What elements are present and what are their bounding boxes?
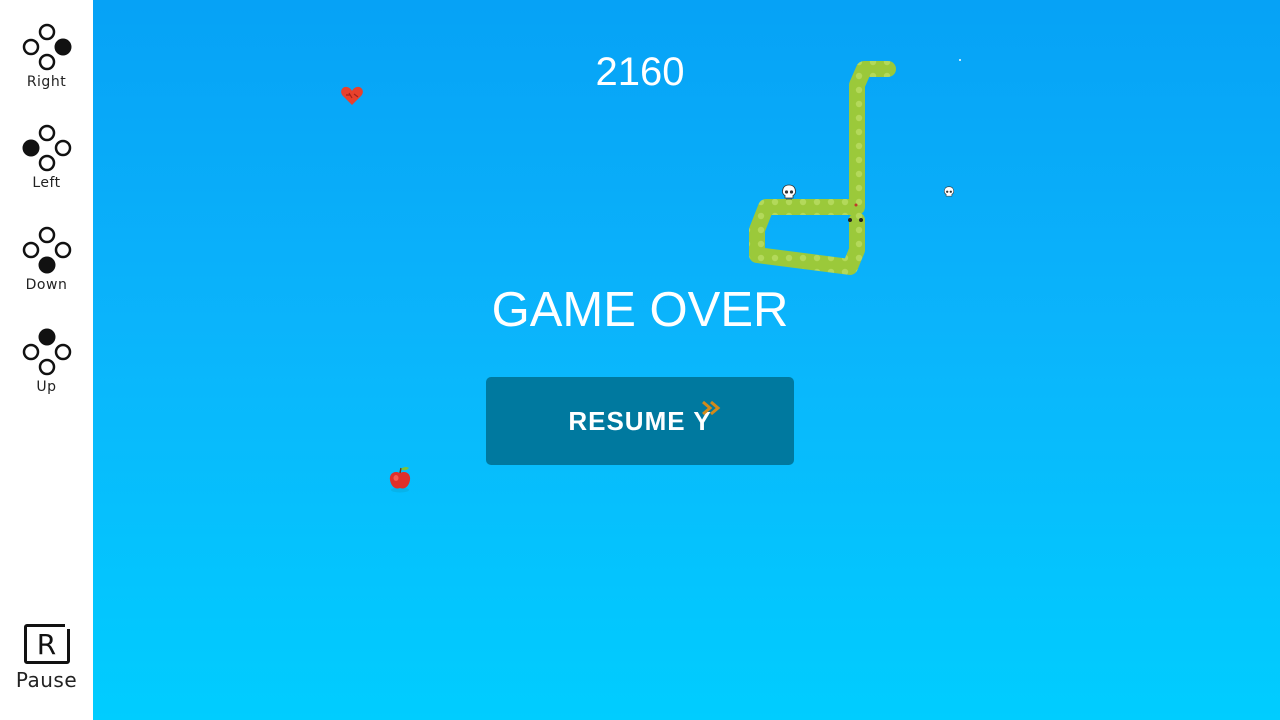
score: 2160 <box>595 50 685 94</box>
control-left[interactable]: Left <box>0 123 93 191</box>
double-chevron-icon <box>702 400 721 416</box>
r-key-icon: R <box>23 621 73 664</box>
game-screen: Right Left Down Up R Pause 2160 GAME OVE… <box>0 0 1280 720</box>
control-right[interactable]: Right <box>0 22 93 90</box>
snake-eye-icon <box>859 218 863 222</box>
pause-label: Pause <box>15 668 78 692</box>
sparkle-icon <box>959 59 961 61</box>
control-up[interactable]: Up <box>0 327 93 395</box>
snake-eye-icon <box>848 218 852 222</box>
play-field <box>93 0 1280 720</box>
dpad-down-icon <box>22 226 71 274</box>
apple-icon <box>389 467 411 493</box>
heart-icon <box>341 86 363 105</box>
resume-button-label: RESUME Y <box>568 406 712 436</box>
pause-control[interactable]: R Pause <box>0 621 93 692</box>
skull-icon <box>782 184 796 200</box>
control-up-label: Up <box>36 379 57 395</box>
dpad-up-icon <box>22 328 71 376</box>
resume-button[interactable]: RESUME Y <box>486 377 794 465</box>
controls-sidebar: Right Left Down Up R Pause <box>0 0 93 720</box>
control-left-label: Left <box>32 175 61 191</box>
control-down[interactable]: Down <box>0 225 93 293</box>
dpad-right-icon <box>22 23 71 71</box>
game-over-title: GAME OVER <box>491 283 789 337</box>
control-right-label: Right <box>26 74 67 90</box>
skull-icon <box>944 186 954 197</box>
dpad-left-icon <box>22 124 71 172</box>
control-down-label: Down <box>25 277 68 293</box>
